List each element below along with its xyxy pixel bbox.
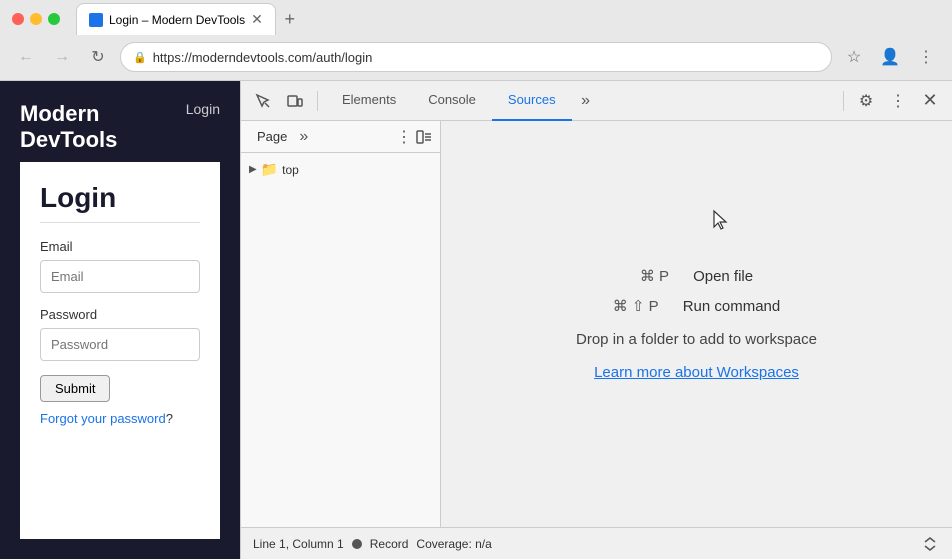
- password-input[interactable]: [40, 328, 200, 361]
- browser-chrome: Login – Modern DevTools ✕ + ← → ↻ 🔒 http…: [0, 0, 952, 81]
- devtools-settings-button[interactable]: ⚙: [852, 87, 880, 115]
- close-traffic-light[interactable]: [12, 13, 24, 25]
- hint-row-1: ⌘ P Open file: [640, 267, 753, 285]
- devtools-tabs: Elements Console Sources »: [326, 81, 835, 121]
- tab-console[interactable]: Console: [412, 81, 492, 121]
- hint-run-command-label: Run command: [683, 298, 781, 315]
- login-form-wrapper: Login Email Password Submit Forgot your …: [20, 162, 220, 539]
- hint-drop-text: Drop in a folder to add to workspace: [576, 331, 817, 348]
- inspector-icon[interactable]: [249, 87, 277, 115]
- device-toggle-icon[interactable]: [281, 87, 309, 115]
- record-label[interactable]: Record: [370, 537, 409, 551]
- back-button[interactable]: ←: [12, 43, 40, 71]
- login-title: Login: [40, 182, 200, 214]
- profile-button[interactable]: 👤: [876, 43, 904, 71]
- bookmark-button[interactable]: ☆: [840, 43, 868, 71]
- shortcut-open-file: ⌘ P: [640, 267, 669, 285]
- email-label: Email: [40, 239, 200, 254]
- sources-sidebar: Page » ⋮ ▶ 📁: [241, 121, 441, 527]
- file-tree-item-label: top: [282, 163, 299, 177]
- toolbar-separator-2: [843, 91, 844, 111]
- browser-tab[interactable]: Login – Modern DevTools ✕: [76, 3, 276, 35]
- url-text: https://moderndevtools.com/auth/login: [153, 50, 819, 65]
- workspace-link[interactable]: Learn more about Workspaces: [594, 364, 799, 381]
- tree-arrow-icon: ▶: [249, 164, 257, 175]
- url-bar[interactable]: 🔒 https://moderndevtools.com/auth/login: [120, 42, 832, 72]
- forgot-password-row: Forgot your password?: [40, 410, 200, 428]
- form-divider: [40, 222, 200, 223]
- folder-icon: 📁: [261, 161, 278, 178]
- file-tree: ▶ 📁 top: [241, 153, 440, 527]
- new-tab-button[interactable]: +: [276, 5, 304, 33]
- tab-elements[interactable]: Elements: [326, 81, 412, 121]
- address-bar: ← → ↻ 🔒 https://moderndevtools.com/auth/…: [0, 38, 952, 80]
- lock-icon: 🔒: [133, 51, 147, 64]
- main-area: Modern DevTools Login Login Email Passwo…: [0, 81, 952, 559]
- nav-login-link[interactable]: Login: [186, 101, 220, 138]
- devtools-more-button[interactable]: ⋮: [884, 87, 912, 115]
- forward-button[interactable]: →: [48, 43, 76, 71]
- tab-bar: Login – Modern DevTools ✕ +: [68, 3, 312, 35]
- cursor-indicator: [711, 209, 731, 238]
- hint-open-file-label: Open file: [693, 268, 753, 285]
- sources-page-tab[interactable]: Page: [249, 129, 295, 144]
- sources-sidebar-toggle[interactable]: [416, 129, 432, 145]
- traffic-lights: [12, 13, 60, 25]
- sources-main-area: ⌘ P Open file ⌘ ⇧ P Run command Drop in …: [441, 121, 952, 527]
- tab-close-button[interactable]: ✕: [251, 11, 263, 28]
- password-label: Password: [40, 307, 200, 322]
- sources-sidebar-toolbar: Page » ⋮: [241, 121, 440, 153]
- file-tree-item-top[interactable]: ▶ 📁 top: [241, 157, 440, 182]
- tab-sources[interactable]: Sources: [492, 81, 572, 121]
- title-bar: Login – Modern DevTools ✕ +: [0, 0, 952, 38]
- hint-row-2: ⌘ ⇧ P Run command: [613, 297, 780, 315]
- minimize-traffic-light[interactable]: [30, 13, 42, 25]
- devtools-panel: Elements Console Sources » ⚙ ⋮ ✕ Page » …: [240, 81, 952, 559]
- sources-more-tabs[interactable]: »: [299, 128, 308, 146]
- forgot-password-link[interactable]: Forgot your password: [40, 411, 166, 426]
- status-position: Line 1, Column 1: [253, 537, 344, 551]
- webpage-panel: Modern DevTools Login Login Email Passwo…: [0, 81, 240, 559]
- sources-sidebar-menu[interactable]: ⋮: [396, 127, 412, 147]
- shortcut-run-command: ⌘ ⇧ P: [613, 297, 659, 315]
- tab-title: Login – Modern DevTools: [109, 13, 245, 27]
- maximize-traffic-light[interactable]: [48, 13, 60, 25]
- record-status-dot: [352, 539, 362, 549]
- sources-panel: Page » ⋮ ▶ 📁: [241, 121, 952, 527]
- email-input[interactable]: [40, 260, 200, 293]
- statusbar-expand-button[interactable]: [920, 534, 940, 554]
- tab-favicon: [89, 13, 103, 27]
- browser-menu-button[interactable]: ⋮: [912, 43, 940, 71]
- more-tabs-button[interactable]: »: [572, 81, 600, 121]
- toolbar-separator: [317, 91, 318, 111]
- submit-button[interactable]: Submit: [40, 375, 110, 402]
- devtools-toolbar: Elements Console Sources » ⚙ ⋮ ✕: [241, 81, 952, 121]
- site-logo: Modern DevTools: [20, 101, 117, 154]
- devtools-statusbar: Line 1, Column 1 Record Coverage: n/a: [241, 527, 952, 559]
- webpage-nav: Modern DevTools Login: [20, 101, 220, 162]
- refresh-button[interactable]: ↻: [84, 43, 112, 71]
- devtools-close-button[interactable]: ✕: [916, 87, 944, 115]
- sources-hint: ⌘ P Open file ⌘ ⇧ P Run command Drop in …: [576, 267, 817, 381]
- forgot-suffix: ?: [166, 411, 173, 426]
- coverage-label: Coverage: n/a: [416, 537, 491, 551]
